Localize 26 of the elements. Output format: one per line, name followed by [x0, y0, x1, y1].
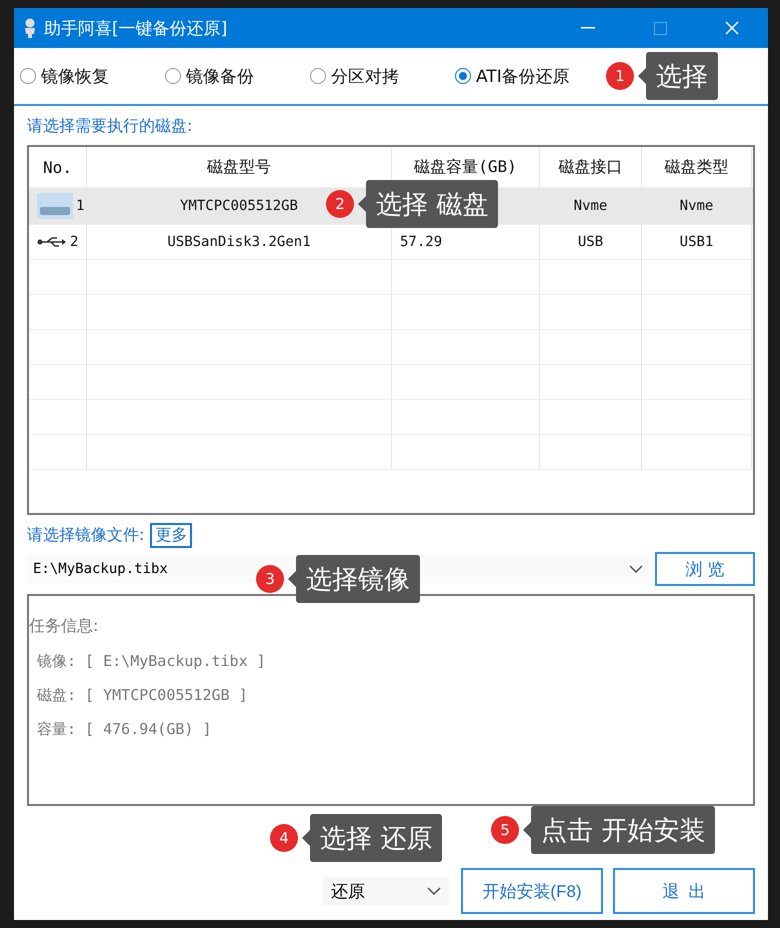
task-info-line: 磁盘: [ YMTCPC005512GB ] — [36, 686, 249, 705]
task-info-title: 任务信息: — [29, 616, 100, 637]
table-cell: 57.29 — [400, 234, 442, 250]
table-cell: USB1 — [680, 234, 714, 250]
table-cell: 2 — [70, 234, 78, 250]
table-cell: USBSanDisk3.2Gen1 — [167, 234, 311, 250]
step-tooltip: 点击 开始安装 — [523, 806, 716, 854]
table-cell: USB — [578, 234, 604, 250]
task-info-line: 镜像: [ E:\MyBackup.tibx ] — [36, 652, 267, 671]
window-title: 助手阿喜[一键备份还原] — [44, 18, 228, 40]
column-header: 磁盘类型 — [664, 156, 728, 178]
column-header: No. — [43, 158, 72, 176]
disk-prompt: 请选择需要执行的磁盘: — [27, 116, 194, 137]
table-cell: Nvme — [574, 198, 608, 214]
column-header: 磁盘型号 — [207, 156, 271, 178]
image-prompt: 请选择镜像文件: — [27, 525, 144, 546]
table-cell: YMTCPC005512GB — [180, 198, 298, 214]
table-cell: 1 — [76, 198, 84, 214]
column-header: 磁盘容量(GB) — [414, 156, 517, 178]
step-tooltip: 选择 — [638, 52, 718, 100]
step-tooltip: 选择 还原 — [302, 814, 442, 862]
column-header: 磁盘接口 — [558, 156, 622, 178]
table-cell: Nvme — [680, 198, 714, 214]
step-tooltip: 选择 磁盘 — [358, 180, 498, 228]
step-tooltip: 选择镜像 — [288, 555, 420, 603]
task-info-line: 容量: [ 476.94(GB) ] — [36, 720, 212, 739]
